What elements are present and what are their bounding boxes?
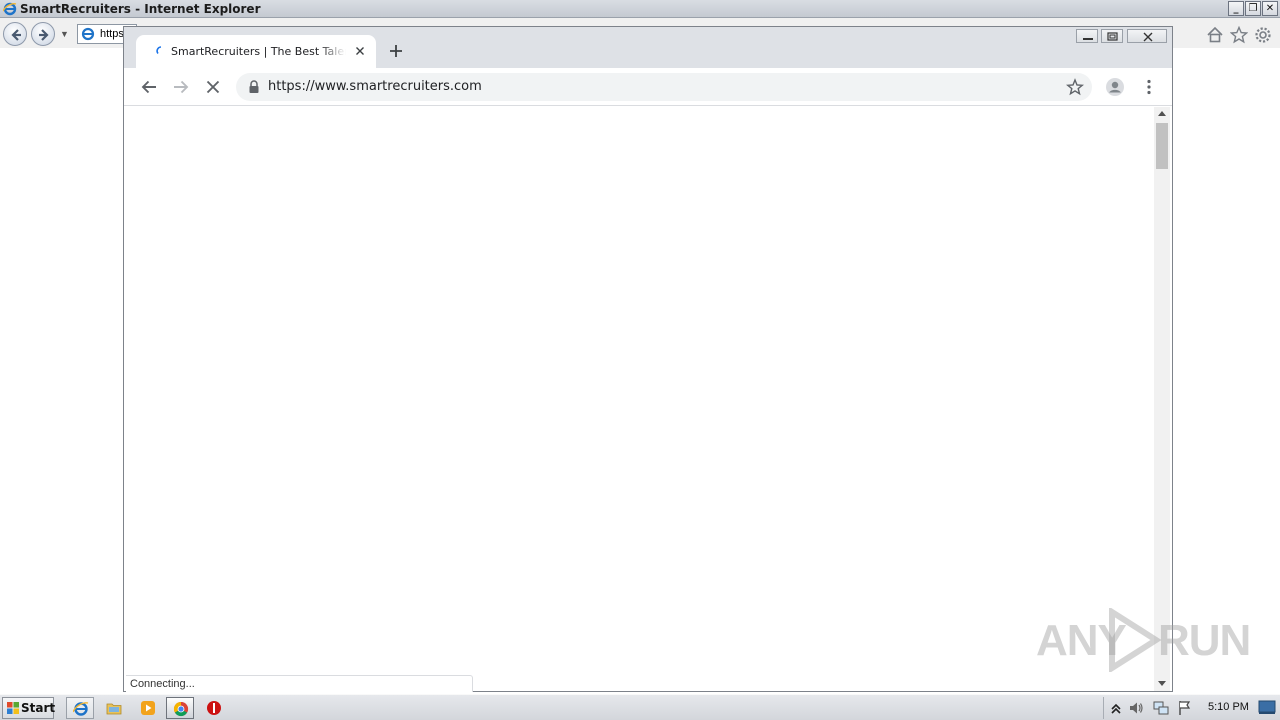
scroll-thumb[interactable] bbox=[1156, 123, 1168, 169]
ie-history-dropdown-icon[interactable]: ▼ bbox=[60, 29, 69, 39]
taskbar-chrome-button[interactable] bbox=[166, 697, 194, 719]
profile-avatar-icon[interactable] bbox=[1105, 77, 1125, 97]
ie-icon bbox=[73, 702, 89, 716]
taskbar-explorer-button[interactable] bbox=[100, 697, 128, 719]
taskbar-stop-button[interactable] bbox=[200, 697, 228, 719]
ie-minimize-button[interactable]: _ bbox=[1228, 1, 1244, 16]
stop-icon bbox=[207, 701, 221, 715]
forward-arrow-icon[interactable] bbox=[172, 78, 190, 96]
omnibox[interactable]: https://www.smartrecruiters.com bbox=[236, 73, 1092, 101]
ie-back-arrow-icon bbox=[11, 29, 21, 41]
tray-separator bbox=[1103, 697, 1104, 719]
tab-title: SmartRecruiters | The Best Talent Acquis… bbox=[171, 45, 346, 58]
network-icon[interactable] bbox=[1153, 700, 1169, 716]
chrome-toolbar: https://www.smartrecruiters.com bbox=[124, 68, 1172, 106]
taskbar-media-button[interactable] bbox=[134, 697, 162, 719]
favorites-star-icon[interactable] bbox=[1230, 26, 1248, 44]
loading-spinner-icon bbox=[156, 46, 162, 54]
system-clock[interactable]: 5:10 PM bbox=[1208, 701, 1249, 713]
ie-page-icon bbox=[81, 27, 95, 41]
watermark-right-text: RUN bbox=[1158, 616, 1251, 665]
tab-strip: SmartRecruiters | The Best Talent Acquis… bbox=[124, 27, 1172, 68]
anyrun-watermark: ANY RUN bbox=[1036, 604, 1251, 674]
ie-back-button[interactable] bbox=[3, 22, 27, 46]
kebab-menu-icon[interactable] bbox=[1140, 78, 1158, 96]
ie-titlebar: SmartRecruiters - Internet Explorer _ ❐ … bbox=[0, 0, 1280, 18]
home-icon[interactable] bbox=[1206, 26, 1224, 44]
status-bubble: Connecting... bbox=[126, 675, 473, 692]
start-label: Start bbox=[21, 701, 56, 715]
chrome-restore-button[interactable] bbox=[1101, 29, 1123, 43]
stop-loading-icon[interactable] bbox=[204, 78, 222, 96]
show-desktop-icon[interactable] bbox=[1258, 698, 1276, 716]
volume-icon[interactable] bbox=[1128, 700, 1144, 716]
chrome-minimize-button[interactable] bbox=[1076, 29, 1098, 43]
taskbar-ie-button[interactable] bbox=[66, 697, 94, 719]
minimize-icon bbox=[1083, 38, 1093, 40]
page-viewport[interactable] bbox=[126, 107, 1154, 691]
ie-logo-icon bbox=[3, 2, 17, 16]
ie-close-button[interactable]: ✕ bbox=[1262, 1, 1278, 16]
lock-icon[interactable] bbox=[248, 80, 260, 94]
ie-forward-button[interactable] bbox=[31, 22, 55, 46]
url-text[interactable]: https://www.smartrecruiters.com bbox=[268, 79, 482, 94]
media-player-icon bbox=[141, 701, 155, 715]
bookmark-star-icon[interactable] bbox=[1066, 78, 1084, 96]
tab-smartrecruiters[interactable]: SmartRecruiters | The Best Talent Acquis… bbox=[136, 35, 376, 68]
chrome-close-button[interactable] bbox=[1127, 29, 1167, 43]
scroll-down-arrow-icon[interactable] bbox=[1158, 681, 1166, 686]
scroll-up-arrow-icon[interactable] bbox=[1158, 111, 1166, 116]
start-button[interactable]: Start bbox=[2, 697, 56, 719]
ie-window-title: SmartRecruiters - Internet Explorer bbox=[20, 2, 261, 16]
back-arrow-icon[interactable] bbox=[140, 78, 158, 96]
tab-close-icon[interactable] bbox=[353, 44, 367, 58]
show-hidden-icons-icon[interactable] bbox=[1108, 700, 1124, 716]
close-icon bbox=[1143, 32, 1153, 42]
restore-icon bbox=[1107, 32, 1118, 41]
play-triangle-icon bbox=[1109, 608, 1162, 672]
chrome-window: SmartRecruiters | The Best Talent Acquis… bbox=[123, 26, 1173, 692]
windows-flag-icon bbox=[7, 702, 19, 714]
explorer-icon bbox=[106, 703, 122, 715]
chrome-icon bbox=[173, 701, 189, 717]
ie-forward-arrow-icon bbox=[39, 29, 49, 41]
tools-gear-icon[interactable] bbox=[1254, 26, 1272, 44]
new-tab-plus-icon[interactable] bbox=[388, 43, 404, 59]
ie-restore-button[interactable]: ❐ bbox=[1245, 1, 1261, 16]
taskbar: Start 5:10 PM bbox=[0, 694, 1280, 720]
action-center-flag-icon[interactable] bbox=[1177, 700, 1193, 716]
